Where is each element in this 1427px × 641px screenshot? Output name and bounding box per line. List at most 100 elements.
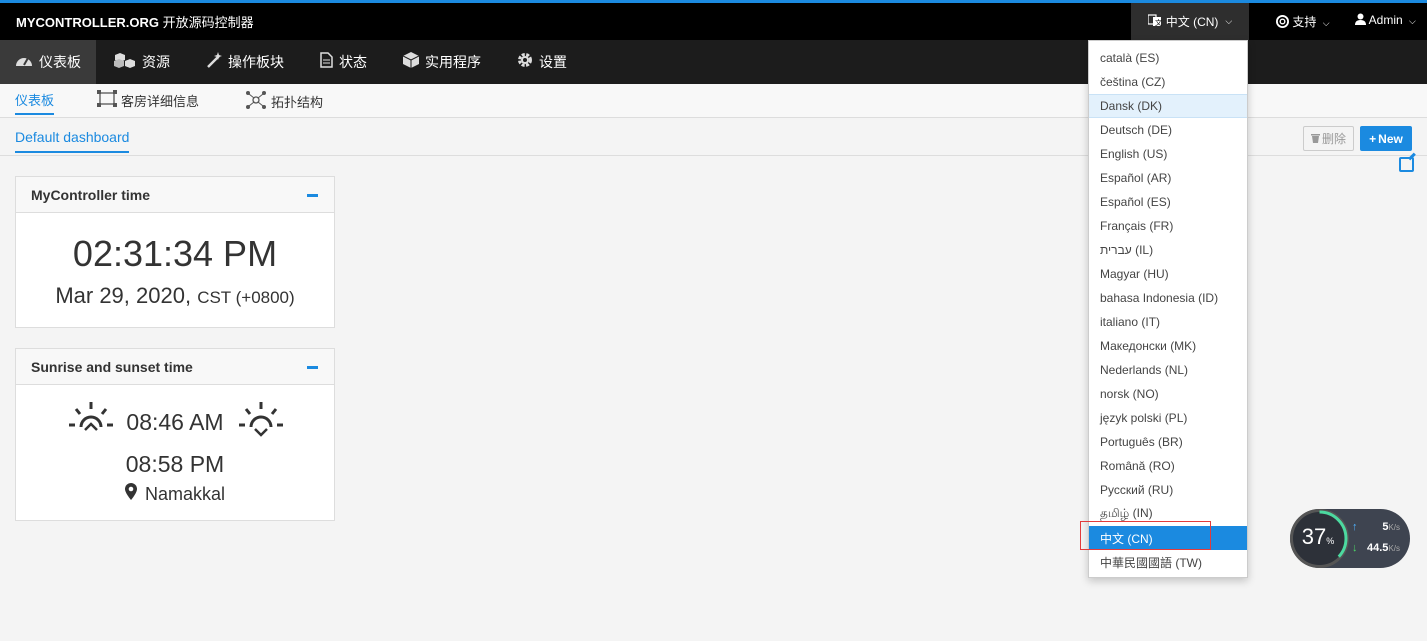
panel-header: Sunrise and sunset time (16, 349, 334, 385)
nav-label: 仪表板 (39, 54, 81, 70)
chevron-down-icon: ⌵ (1409, 16, 1416, 26)
selection-highlight-box (1080, 521, 1211, 550)
tab-label: 拓扑结构 (271, 95, 324, 110)
language-option[interactable]: Română (RO) (1089, 454, 1247, 478)
minimize-icon[interactable] (307, 194, 318, 197)
resources-icon (114, 52, 136, 73)
chevron-down-icon: ⌵ (1322, 18, 1330, 28)
language-option[interactable]: Español (ES) (1089, 190, 1247, 214)
nav-item-utilities[interactable]: 实用程序 (385, 40, 499, 84)
brand-logo[interactable]: MYCONTROLLER.ORG 开放源码控制器 (16, 12, 254, 31)
trash-icon (1310, 132, 1320, 146)
edit-icon[interactable] (1399, 157, 1414, 172)
tab-default-dashboard[interactable]: Default dashboard (15, 129, 130, 153)
language-option[interactable]: Nederlands (NL) (1089, 358, 1247, 382)
tab-label: 客房详细信息 (121, 93, 200, 109)
sunrise-time: 08:46 AM (126, 409, 224, 435)
brand-name: MYCONTROLLER.ORG (16, 15, 159, 30)
network-speed-widget[interactable]: 37% ↑ 5K/s ↓ 44.5K/s (1290, 509, 1410, 568)
svg-text:文: 文 (1155, 18, 1162, 27)
usage-percent: 37% (1290, 524, 1346, 550)
delete-label: 删除 (1321, 132, 1346, 146)
new-button[interactable]: + New (1360, 126, 1412, 151)
wand-icon (206, 51, 222, 73)
sunset-time: 08:58 PM (125, 451, 225, 477)
clock-date: Mar 29, 2020, CST (+0800) (16, 283, 334, 309)
language-option[interactable]: italiano (IT) (1089, 310, 1247, 334)
gear-icon (517, 52, 533, 73)
language-option[interactable]: עברית (IL) (1089, 238, 1247, 262)
language-option[interactable]: Français (FR) (1089, 214, 1247, 238)
tab-label: 仪表板 (15, 93, 55, 108)
language-option[interactable]: English (US) (1089, 142, 1247, 166)
nav-label: 设置 (539, 54, 567, 70)
language-option[interactable]: język polski (PL) (1089, 406, 1247, 430)
nav-item-operations[interactable]: 操作板块 (188, 40, 302, 84)
user-name: Admin (1368, 13, 1403, 27)
arrow-up-icon: ↑ (1352, 521, 1358, 533)
usage-percent-value: 37 (1301, 524, 1327, 549)
plus-icon: + (1369, 131, 1377, 146)
panel-header: MyController time (16, 177, 334, 213)
language-option[interactable]: Português (BR) (1089, 430, 1247, 454)
language-current: 中文 (CN) (1165, 15, 1219, 29)
language-option[interactable]: Magyar (HU) (1089, 262, 1247, 286)
brand-tagline: 开放源码控制器 (162, 15, 254, 30)
download-value-group: 44.5K/s (1367, 542, 1400, 554)
nav-label: 资源 (142, 54, 170, 70)
user-menu[interactable]: Admin ⌵ (1355, 13, 1416, 27)
new-label: New (1378, 131, 1403, 146)
tab-topology[interactable]: 拓扑结构 (245, 90, 323, 113)
language-option[interactable]: Русский (RU) (1089, 478, 1247, 502)
cube-icon (402, 51, 420, 73)
nav-label: 实用程序 (425, 54, 481, 70)
document-icon (320, 51, 333, 73)
language-option[interactable]: bahasa Indonesia (ID) (1089, 286, 1247, 310)
user-icon (1355, 13, 1369, 27)
location: Namakkal (16, 483, 334, 505)
minimize-icon[interactable] (307, 366, 318, 369)
nav-item-resources[interactable]: 资源 (96, 40, 188, 84)
upload-value-group: 5K/s (1382, 521, 1400, 533)
clock-time: 02:31:34 PM (72, 233, 278, 274)
date-value: Mar 29, 2020, (55, 283, 192, 308)
nav-item-status[interactable]: 状态 (302, 40, 385, 84)
panel-title: Sunrise and sunset time (31, 359, 193, 375)
lifebuoy-icon (1276, 15, 1292, 29)
language-option[interactable]: Deutsch (DE) (1089, 118, 1247, 142)
language-option[interactable]: Español (AR) (1089, 166, 1247, 190)
speed-unit: K/s (1388, 523, 1400, 532)
language-option[interactable]: 中華民國國語 (TW) (1089, 550, 1247, 574)
topology-icon (245, 90, 267, 113)
sun-panel: Sunrise and sunset time 08:46 AM 08:58 P… (15, 348, 335, 521)
language-dropdown-button[interactable]: 文 中文 (CN) ⌵ (1131, 3, 1249, 40)
location-name: Namakkal (144, 483, 226, 504)
time-panel: MyController time 02:31:34 PM Mar 29, 20… (15, 176, 335, 328)
usage-percent-symbol: % (1326, 536, 1335, 546)
language-option[interactable]: Македонски (MK) (1089, 334, 1247, 358)
arrow-down-icon: ↓ (1352, 542, 1358, 554)
dashboard-icon (15, 53, 33, 72)
nav-item-dashboard[interactable]: 仪表板 (0, 40, 96, 84)
nav-item-settings[interactable]: 设置 (499, 40, 585, 84)
language-option[interactable]: Dansk (DK) (1089, 94, 1247, 118)
speed-unit: K/s (1388, 544, 1400, 553)
support-label: 支持 (1292, 15, 1317, 29)
language-icon: 文 (1147, 13, 1162, 30)
chevron-down-icon: ⌵ (1225, 16, 1233, 26)
language-option[interactable]: čeština (CZ) (1089, 70, 1247, 94)
panel-title: MyController time (31, 187, 151, 203)
delete-button[interactable]: 删除 (1303, 126, 1354, 151)
sunset-icon (238, 397, 284, 437)
map-pin-icon (124, 483, 137, 505)
language-option[interactable]: català (ES) (1089, 46, 1247, 70)
support-menu[interactable]: 支持 ⌵ (1276, 13, 1330, 30)
room-icon (97, 90, 117, 110)
timezone: CST (+0800) (197, 288, 295, 307)
nav-label: 状态 (339, 54, 367, 70)
tab-dashboard[interactable]: 仪表板 (15, 90, 55, 115)
language-dropdown-menu: català (ES) čeština (CZ) Dansk (DK) Deut… (1088, 40, 1248, 578)
language-option[interactable]: norsk (NO) (1089, 382, 1247, 406)
nav-label: 操作板块 (228, 54, 284, 70)
tab-room-details[interactable]: 客房详细信息 (97, 90, 199, 110)
